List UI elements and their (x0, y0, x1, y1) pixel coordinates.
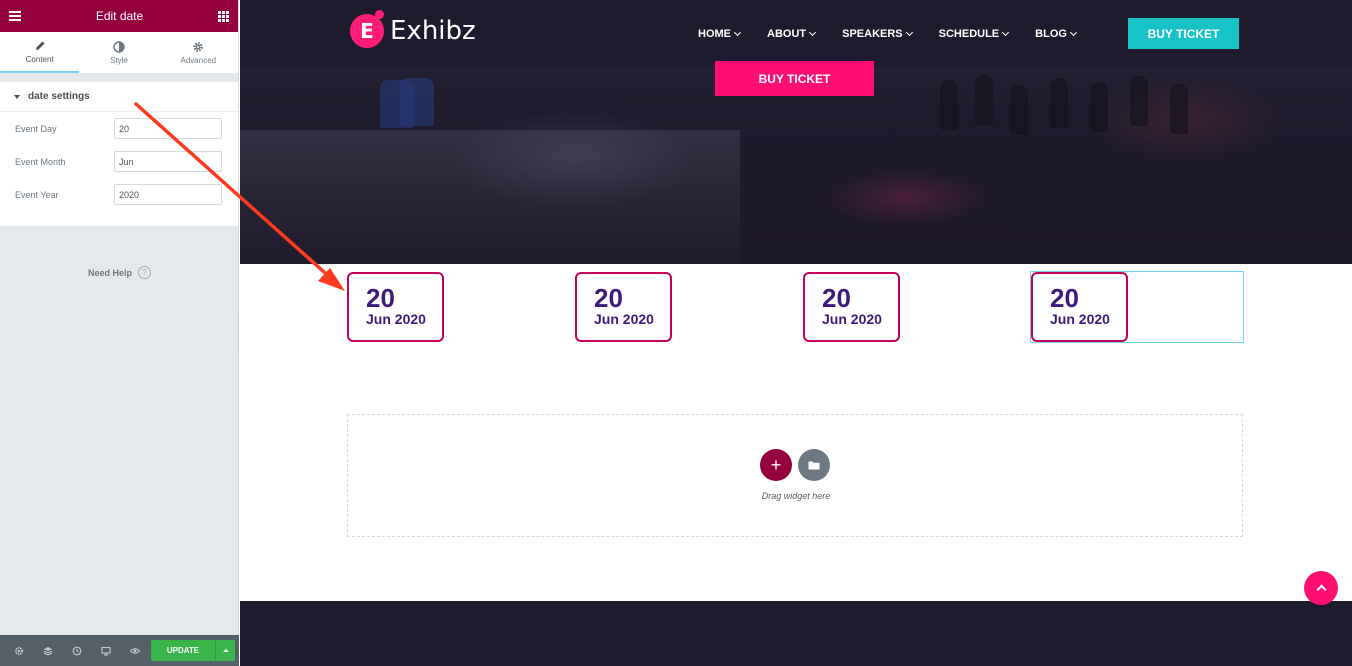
nav-blog-label: BLOG (1035, 28, 1067, 40)
drop-hint: Drag widget here (761, 491, 831, 501)
date-month-year: Jun 2020 (366, 311, 426, 327)
hero-audience-shape (1130, 76, 1148, 126)
event-year-input[interactable] (114, 184, 222, 205)
gear-icon (193, 41, 204, 52)
date-day: 20 (366, 283, 395, 313)
control-event-month: Event Month (0, 145, 238, 178)
widgets-grid-icon[interactable] (218, 10, 229, 22)
tab-advanced[interactable]: Advanced (159, 32, 238, 73)
nav-item-home[interactable]: HOME (698, 28, 742, 40)
hero-audience-shape (1090, 82, 1108, 132)
hero-audience-shape (1010, 85, 1028, 135)
contrast-icon (113, 40, 125, 53)
panel-tabs: Content Style Advanced (0, 32, 238, 74)
tab-content[interactable]: Content (0, 32, 80, 73)
chevron-down-icon (733, 28, 742, 37)
event-month-label: Event Month (15, 156, 66, 167)
date-widget[interactable]: 20 Jun 2020 (347, 272, 444, 342)
section-title: date settings (28, 91, 90, 102)
menu-icon[interactable] (9, 11, 21, 21)
hero-buy-ticket-button[interactable]: BUY TICKET (715, 61, 874, 96)
navigator-button[interactable] (33, 635, 62, 666)
nav-schedule-label: SCHEDULE (938, 28, 1000, 40)
update-options-button[interactable] (215, 640, 235, 661)
date-day: 20 (822, 283, 851, 313)
tab-style-label: Style (110, 55, 128, 65)
editor-panel: Edit date Content Style Advanced date se… (0, 0, 239, 666)
event-day-input[interactable] (114, 118, 222, 139)
history-button[interactable] (62, 635, 91, 666)
footer-band (240, 601, 1352, 666)
panel-header: Edit date (0, 0, 238, 32)
brand-name: Exhibz (390, 16, 476, 46)
date-widget[interactable]: 20 Jun 2020 (575, 272, 672, 342)
need-help-label: Need Help (87, 267, 132, 278)
nav-item-about[interactable]: ABOUT (767, 28, 817, 40)
preview-button[interactable] (120, 635, 149, 666)
folder-icon (808, 461, 820, 470)
nav-home-label: HOME (698, 28, 731, 40)
tab-content-label: Content (25, 54, 54, 64)
hero-audience-shape (975, 75, 993, 125)
chevron-down-icon (1069, 28, 1077, 37)
site-preview: E Exhibz HOME ABOUT SPEAKERS SCHEDULE BL… (240, 0, 1352, 666)
chevron-up-icon (1316, 584, 1326, 595)
responsive-button[interactable] (91, 635, 120, 666)
main-nav: HOME ABOUT SPEAKERS SCHEDULE BLOG (698, 28, 1103, 40)
date-widget[interactable]: 20 Jun 2020 (803, 272, 900, 342)
nav-item-speakers[interactable]: SPEAKERS (842, 28, 913, 40)
hero-floor-shade (240, 130, 740, 264)
nav-buy-ticket-button[interactable]: BUY TICKET (1128, 18, 1239, 49)
scroll-to-top-button[interactable] (1304, 571, 1338, 605)
control-event-day: Event Day (0, 112, 238, 145)
nav-item-blog[interactable]: BLOG (1035, 28, 1077, 40)
event-day-label: Event Day (15, 123, 57, 134)
caret-down-icon (14, 94, 20, 99)
layers-icon (43, 646, 52, 656)
selected-column-outline (1030, 271, 1244, 343)
logo-mark-icon: E (350, 10, 384, 48)
date-settings-section: date settings Event Day Event Month Even… (0, 82, 238, 226)
settings-button[interactable] (4, 635, 33, 666)
desktop-icon (100, 646, 111, 656)
widget-drop-area[interactable]: + Drag widget here (347, 414, 1243, 537)
date-month-year: Jun 2020 (594, 311, 654, 327)
site-logo[interactable]: E Exhibz (350, 10, 476, 48)
chevron-down-icon (1002, 28, 1010, 37)
history-icon (72, 646, 81, 655)
date-month-year: Jun 2020 (822, 311, 882, 327)
update-button[interactable]: UPDATE (151, 640, 215, 661)
section-toggle[interactable]: date settings (0, 82, 238, 112)
control-event-year: Event Year (0, 178, 238, 211)
nav-about-label: ABOUT (767, 28, 807, 40)
hero-audience-shape (940, 80, 958, 130)
hero-chair-shape (400, 78, 434, 126)
hero-audience-shape (1170, 84, 1188, 134)
pencil-icon (35, 41, 45, 50)
nav-speakers-label: SPEAKERS (842, 28, 903, 40)
gear-icon (14, 646, 23, 655)
chevron-down-icon (905, 28, 913, 37)
panel-footer: UPDATE (0, 635, 239, 666)
event-year-label: Event Year (15, 189, 59, 200)
site-navbar: E Exhibz HOME ABOUT SPEAKERS SCHEDULE BL… (240, 0, 1352, 67)
tab-advanced-label: Advanced (180, 55, 217, 65)
add-template-button[interactable] (798, 449, 830, 481)
panel-title: Edit date (95, 9, 144, 23)
event-month-input[interactable] (114, 151, 222, 172)
chevron-down-icon (809, 28, 817, 37)
tab-style[interactable]: Style (79, 32, 158, 73)
question-icon: ? (138, 266, 151, 279)
hero-audience-shape (1050, 78, 1068, 128)
caret-up-icon (222, 649, 229, 652)
need-help-link[interactable]: Need Help ? (0, 266, 239, 279)
date-day: 20 (594, 283, 623, 313)
eye-icon (129, 647, 140, 654)
add-section-button[interactable]: + (760, 449, 792, 481)
nav-item-schedule[interactable]: SCHEDULE (938, 28, 1010, 40)
